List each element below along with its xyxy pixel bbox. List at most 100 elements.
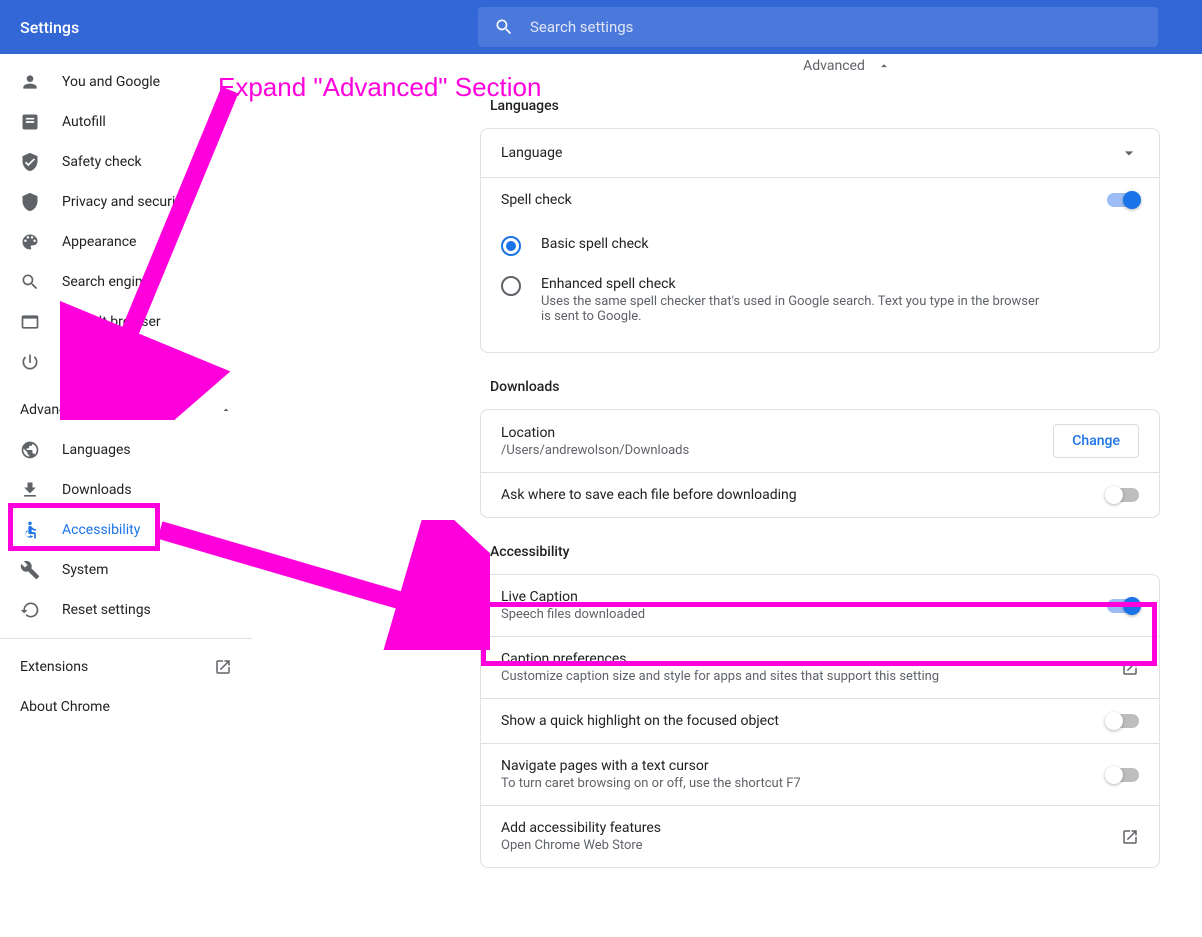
sidebar-item-privacy[interactable]: Privacy and security xyxy=(0,182,252,222)
search-icon xyxy=(20,272,40,292)
caret-sub: To turn caret browsing on or off, use th… xyxy=(501,776,1107,791)
caret-label: Navigate pages with a text cursor xyxy=(501,758,1107,774)
sidebar-item-on-startup[interactable]: On startup xyxy=(0,342,252,382)
globe-icon xyxy=(20,440,40,460)
main-content: Advanced Languages Language Spell check … xyxy=(252,54,1202,937)
sidebar-item-default-browser[interactable]: Default browser xyxy=(0,302,252,342)
language-label: Language xyxy=(501,145,1119,161)
download-icon xyxy=(20,480,40,500)
caret-toggle[interactable] xyxy=(1107,768,1139,782)
live-caption-sub: Speech files downloaded xyxy=(501,607,1107,622)
sidebar-item-about[interactable]: About Chrome xyxy=(0,687,252,727)
downloads-card: Location /Users/andrewolson/Downloads Ch… xyxy=(480,409,1160,518)
sidebar-item-autofill[interactable]: Autofill xyxy=(0,102,252,142)
sidebar-item-safety-check[interactable]: Safety check xyxy=(0,142,252,182)
power-icon xyxy=(20,352,40,372)
sidebar-item-label: Downloads xyxy=(62,482,132,498)
enhanced-spell-sub: Uses the same spell checker that's used … xyxy=(541,294,1041,324)
language-row[interactable]: Language xyxy=(481,129,1159,177)
spellcheck-label: Spell check xyxy=(501,192,572,208)
sidebar-item-label: Safety check xyxy=(62,154,142,170)
change-button[interactable]: Change xyxy=(1053,424,1139,458)
shield-check-icon xyxy=(20,152,40,172)
ask-where-toggle[interactable] xyxy=(1107,488,1139,502)
accessibility-icon xyxy=(20,520,40,540)
advanced-section-header[interactable]: Advanced xyxy=(252,54,1182,84)
sidebar-item-system[interactable]: System xyxy=(0,550,252,590)
sidebar-item-label: Reset settings xyxy=(62,602,151,618)
restore-icon xyxy=(20,600,40,620)
ask-where-label: Ask where to save each file before downl… xyxy=(501,487,1107,503)
sidebar-item-search-engine[interactable]: Search engine xyxy=(0,262,252,302)
downloads-section-title: Downloads xyxy=(480,379,1160,395)
spellcheck-row: Spell check Basic spell check Enhanced s… xyxy=(481,177,1159,352)
basic-spell-radio[interactable] xyxy=(501,236,521,256)
open-external-icon xyxy=(1121,659,1139,677)
ask-where-row: Ask where to save each file before downl… xyxy=(481,472,1159,517)
sidebar-item-label: Autofill xyxy=(62,114,106,130)
advanced-top-label: Advanced xyxy=(803,58,865,74)
sidebar-item-downloads[interactable]: Downloads xyxy=(0,470,252,510)
header: Settings xyxy=(0,0,1202,54)
browser-icon xyxy=(20,312,40,332)
accessibility-section-title: Accessibility xyxy=(480,544,1160,560)
advanced-expand[interactable]: Advanced xyxy=(0,390,252,430)
wrench-icon xyxy=(20,560,40,580)
chevron-up-icon xyxy=(877,59,891,73)
sidebar-item-label: Accessibility xyxy=(62,522,140,538)
languages-section-title: Languages xyxy=(480,98,1160,114)
advanced-label: Advanced xyxy=(20,402,82,418)
languages-card: Language Spell check Basic spell check E… xyxy=(480,128,1160,353)
settings-title: Settings xyxy=(20,18,79,37)
sidebar-item-label: Languages xyxy=(62,442,131,458)
location-path: /Users/andrewolson/Downloads xyxy=(501,443,1053,458)
quick-highlight-row: Show a quick highlight on the focused ob… xyxy=(481,698,1159,743)
live-caption-label: Live Caption xyxy=(501,589,1107,605)
add-features-sub: Open Chrome Web Store xyxy=(501,838,1121,853)
quick-highlight-toggle[interactable] xyxy=(1107,714,1139,728)
open-external-icon xyxy=(214,658,232,676)
quick-highlight-label: Show a quick highlight on the focused ob… xyxy=(501,713,1107,729)
sidebar-item-label: Appearance xyxy=(62,234,136,250)
shield-icon xyxy=(20,192,40,212)
location-row: Location /Users/andrewolson/Downloads Ch… xyxy=(481,410,1159,472)
add-features-label: Add accessibility features xyxy=(501,820,1121,836)
search-input[interactable] xyxy=(530,18,1142,36)
sidebar-item-label: On startup xyxy=(62,354,128,370)
sidebar-item-label: You and Google xyxy=(62,74,160,90)
chevron-down-icon xyxy=(1119,143,1139,163)
accessibility-card: Live Caption Speech files downloaded Cap… xyxy=(480,574,1160,868)
autofill-icon xyxy=(20,112,40,132)
caption-pref-sub: Customize caption size and style for app… xyxy=(501,669,1121,684)
sidebar-item-label: Privacy and security xyxy=(62,194,186,210)
sidebar-item-you-and-google[interactable]: You and Google xyxy=(0,62,252,102)
about-label: About Chrome xyxy=(20,699,110,715)
caption-pref-label: Caption preferences xyxy=(501,651,1121,667)
sidebar-divider xyxy=(0,638,252,639)
caption-pref-row[interactable]: Caption preferences Customize caption si… xyxy=(481,636,1159,698)
sidebar: You and Google Autofill Safety check Pri… xyxy=(0,54,252,937)
location-label: Location xyxy=(501,425,1053,441)
live-caption-row: Live Caption Speech files downloaded xyxy=(481,575,1159,636)
extensions-label: Extensions xyxy=(20,659,88,675)
sidebar-item-appearance[interactable]: Appearance xyxy=(0,222,252,262)
add-features-row[interactable]: Add accessibility features Open Chrome W… xyxy=(481,805,1159,867)
sidebar-item-accessibility[interactable]: Accessibility xyxy=(0,510,252,550)
palette-icon xyxy=(20,232,40,252)
sidebar-item-label: Search engine xyxy=(62,274,150,290)
enhanced-spell-radio[interactable] xyxy=(501,276,521,296)
sidebar-item-languages[interactable]: Languages xyxy=(0,430,252,470)
spellcheck-toggle[interactable] xyxy=(1107,193,1139,207)
chevron-up-icon xyxy=(220,404,232,416)
search-icon xyxy=(494,17,514,37)
person-icon xyxy=(20,72,40,92)
sidebar-item-label: Default browser xyxy=(62,314,161,330)
live-caption-toggle[interactable] xyxy=(1107,599,1139,613)
sidebar-item-label: System xyxy=(62,562,108,578)
search-box[interactable] xyxy=(478,7,1158,47)
caret-row: Navigate pages with a text cursor To tur… xyxy=(481,743,1159,805)
basic-spell-label: Basic spell check xyxy=(541,236,648,252)
open-external-icon xyxy=(1121,828,1139,846)
sidebar-item-reset[interactable]: Reset settings xyxy=(0,590,252,630)
sidebar-item-extensions[interactable]: Extensions xyxy=(0,647,252,687)
